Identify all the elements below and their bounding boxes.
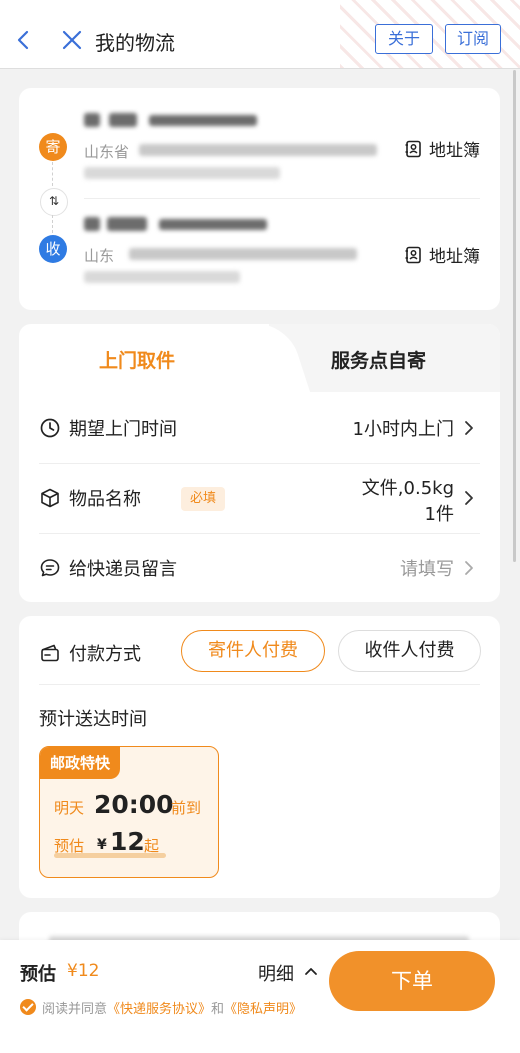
- sender-phone-redacted: [149, 115, 257, 126]
- receiver-province: 山东: [84, 247, 115, 265]
- address-divider: [84, 198, 480, 199]
- tab-door-pickup[interactable]: 上门取件: [99, 346, 175, 373]
- close-icon[interactable]: [60, 28, 84, 52]
- currency-symbol: ¥: [97, 837, 107, 853]
- receiver-address[interactable]: 收 山东 地址簿: [19, 211, 500, 301]
- payment-card: 付款方式 寄件人付费 收件人付费 预计送达时间 邮政特快 明天 20:00 前到…: [19, 616, 500, 898]
- pickup-time-row[interactable]: 期望上门时间 1小时内上门: [39, 394, 480, 464]
- service-agreement-link[interactable]: 《快递服务协议》: [107, 998, 211, 1017]
- express-service-option[interactable]: 邮政特快 明天 20:00 前到 预估 ¥ 12 起: [39, 746, 219, 878]
- tab-self-drop[interactable]: 服务点自寄: [331, 346, 426, 373]
- price-from-suffix: 起: [144, 837, 160, 855]
- clock-icon: [40, 418, 60, 438]
- item-name-row[interactable]: 物品名称 必填 文件,0.5kg 1件: [39, 464, 480, 534]
- about-button[interactable]: 关于: [375, 24, 433, 54]
- sender-badge: 寄: [39, 133, 67, 161]
- service-name: 邮政特快: [40, 747, 121, 779]
- price-detail-toggle[interactable]: 明细: [258, 960, 294, 986]
- agreement-row: 阅读并同意 《快递服务协议》 和 《隐私声明》: [20, 996, 302, 1018]
- service-price: 12: [110, 827, 145, 856]
- agreement-checkbox[interactable]: [20, 999, 36, 1015]
- top-navigation-bar: 我的物流 关于 订阅: [0, 0, 520, 69]
- address-book-icon: [405, 246, 421, 263]
- item-count-value: 1件: [424, 504, 454, 525]
- subscribe-button[interactable]: 订阅: [445, 24, 501, 54]
- pickup-tab-bar: 上门取件 服务点自寄: [19, 324, 500, 392]
- payment-method-label: 付款方式: [69, 644, 141, 665]
- privacy-statement-link[interactable]: 《隐私声明》: [224, 998, 302, 1017]
- receiver-address-book-link[interactable]: 地址簿: [405, 242, 480, 267]
- address-book-label: 地址簿: [429, 247, 480, 267]
- receiver-address-redacted: [84, 271, 240, 283]
- agreement-prefix: 阅读并同意: [42, 1001, 108, 1017]
- sender-address-book-link[interactable]: 地址簿: [405, 136, 480, 161]
- address-book-label: 地址簿: [429, 141, 480, 161]
- agreement-and: 和: [211, 1001, 225, 1017]
- sender-province: 山东省: [84, 143, 130, 161]
- delivery-day: 明天: [54, 799, 85, 817]
- item-name-value: 文件,0.5kg 1件: [362, 474, 454, 526]
- estimate-label: 预估: [20, 964, 56, 985]
- item-name-label: 物品名称: [69, 489, 141, 510]
- sender-address-redacted: [139, 144, 377, 156]
- courier-message-label: 给快递员留言: [69, 559, 177, 580]
- delivery-time: 20:00: [94, 790, 174, 819]
- estimated-delivery-title: 预计送达时间: [39, 709, 147, 730]
- chevron-right-icon: [465, 421, 473, 435]
- item-weight-value: 文件,0.5kg: [361, 478, 454, 499]
- required-tag: 必填: [181, 487, 226, 511]
- bottom-order-bar: 预估 ¥12 明细 下单 阅读并同意 《快递服务协议》 和 《隐私声明》: [0, 940, 520, 1053]
- courier-message-row[interactable]: 给快递员留言 请填写: [39, 534, 480, 602]
- sender-name-redacted: [84, 113, 100, 127]
- receiver-name-redacted: [84, 217, 100, 231]
- sender-address-redacted: [84, 167, 280, 179]
- package-box-icon: [41, 488, 59, 508]
- scrollbar[interactable]: [513, 70, 516, 562]
- sender-name-redacted: [109, 113, 137, 127]
- back-arrow-icon[interactable]: [12, 28, 36, 52]
- receiver-address-redacted: [129, 248, 357, 260]
- address-card: 寄 山东省 地址簿 ⇅ 收 山东 地址簿: [19, 88, 500, 310]
- chevron-right-icon: [465, 561, 473, 575]
- receiver-name-redacted: [107, 217, 147, 231]
- wallet-icon: [41, 644, 59, 662]
- chevron-right-icon: [465, 491, 473, 505]
- courier-message-placeholder: 请填写: [400, 559, 454, 580]
- page-title: 我的物流: [95, 31, 175, 55]
- message-bubble-icon: [40, 559, 60, 577]
- receiver-pays-option[interactable]: 收件人付费: [338, 630, 481, 672]
- receiver-phone-redacted: [159, 219, 267, 230]
- estimate-price: ¥12: [67, 961, 100, 981]
- place-order-button[interactable]: 下单: [329, 951, 495, 1011]
- pickup-time-value: 1小时内上门: [352, 419, 454, 440]
- pickup-time-label: 期望上门时间: [69, 419, 177, 440]
- address-book-icon: [405, 140, 421, 157]
- price-estimate-label: 预估: [54, 837, 85, 855]
- sender-pays-option[interactable]: 寄件人付费: [181, 630, 325, 672]
- delivery-arrive-text: 前到: [171, 799, 202, 817]
- chevron-up-icon[interactable]: [304, 966, 318, 976]
- pickup-options-card: 上门取件 服务点自寄 期望上门时间 1小时内上门 物品名称 必填 文件,0.5k…: [19, 324, 500, 602]
- route-connector: [52, 162, 53, 186]
- receiver-badge: 收: [39, 235, 67, 263]
- payment-divider: [39, 684, 480, 685]
- sender-address[interactable]: 寄 山东省 地址簿: [19, 103, 500, 193]
